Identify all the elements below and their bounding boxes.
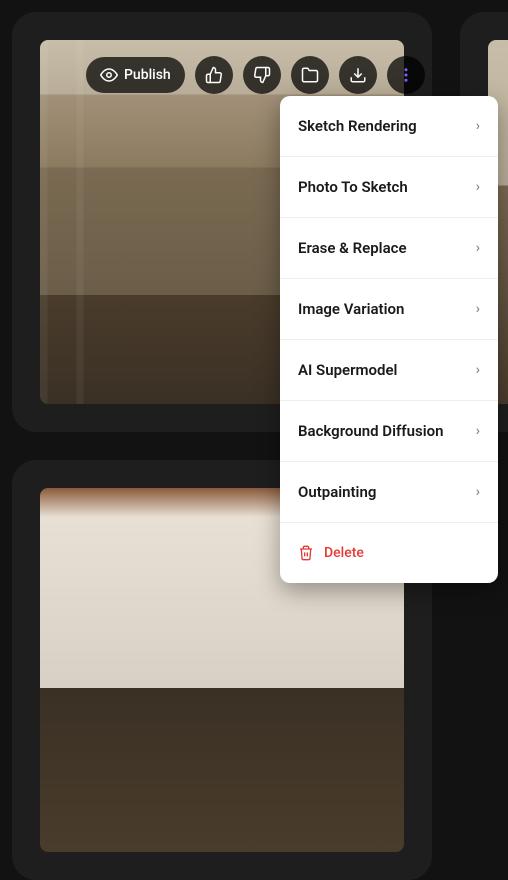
menu-item-label: AI Supermodel (298, 361, 397, 379)
menu-item-label: Outpainting (298, 483, 376, 501)
menu-item-label: Photo To Sketch (298, 178, 408, 196)
chevron-right-icon: › (476, 301, 480, 317)
thumbs-down-icon (253, 66, 271, 84)
chevron-right-icon: › (476, 362, 480, 378)
menu-item-photo-to-sketch[interactable]: Photo To Sketch › (280, 157, 498, 218)
publish-label: Publish (124, 67, 171, 83)
chevron-right-icon: › (476, 423, 480, 439)
menu-item-background-diffusion[interactable]: Background Diffusion › (280, 401, 498, 462)
more-options-button[interactable] (387, 56, 425, 94)
menu-item-sketch-rendering[interactable]: Sketch Rendering › (280, 96, 498, 157)
menu-item-label: Image Variation (298, 300, 404, 318)
menu-item-ai-supermodel[interactable]: AI Supermodel › (280, 340, 498, 401)
menu-item-erase-replace[interactable]: Erase & Replace › (280, 218, 498, 279)
like-button[interactable] (195, 56, 233, 94)
image-toolbar: Publish (86, 56, 425, 94)
menu-item-image-variation[interactable]: Image Variation › (280, 279, 498, 340)
chevron-right-icon: › (476, 179, 480, 195)
chevron-right-icon: › (476, 484, 480, 500)
eye-icon (100, 66, 118, 84)
delete-label: Delete (324, 545, 364, 561)
trash-icon (298, 545, 314, 561)
context-menu: Sketch Rendering › Photo To Sketch › Era… (280, 96, 498, 583)
menu-item-outpainting[interactable]: Outpainting › (280, 462, 498, 523)
chevron-right-icon: › (476, 118, 480, 134)
folder-icon (301, 66, 319, 84)
chevron-right-icon: › (476, 240, 480, 256)
menu-item-delete[interactable]: Delete (280, 523, 498, 583)
download-icon (349, 66, 367, 84)
download-button[interactable] (339, 56, 377, 94)
menu-item-label: Sketch Rendering (298, 117, 417, 135)
menu-item-label: Erase & Replace (298, 239, 407, 257)
dislike-button[interactable] (243, 56, 281, 94)
folder-button[interactable] (291, 56, 329, 94)
menu-item-label: Background Diffusion (298, 422, 444, 440)
more-vertical-icon (397, 66, 415, 84)
thumbs-up-icon (205, 66, 223, 84)
publish-button[interactable]: Publish (86, 57, 185, 93)
